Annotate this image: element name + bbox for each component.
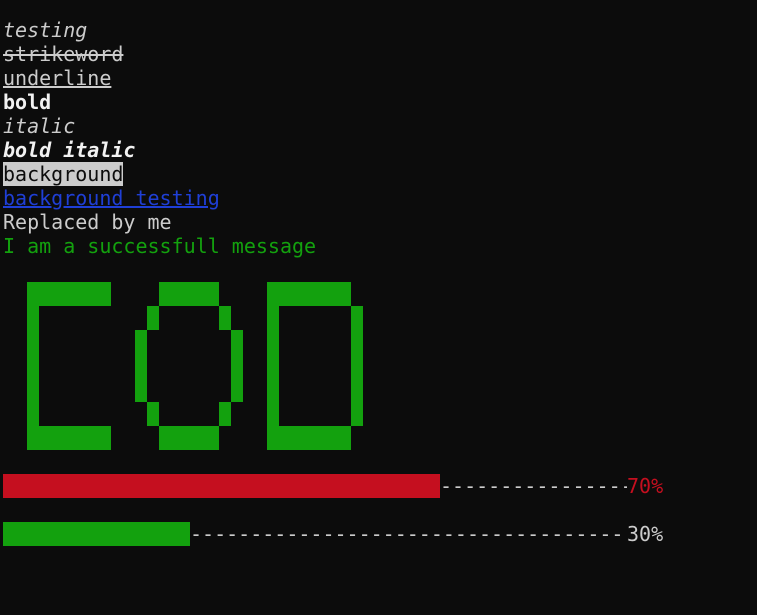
highlighted-text: background [3, 162, 124, 186]
banner-pixel-block [27, 282, 111, 306]
banner-pixel-block [27, 306, 39, 426]
italic-text-line: testing [3, 18, 88, 42]
banner-pixel-block [219, 306, 231, 330]
underline-text-line: underline [3, 66, 112, 90]
banner-pixel-block [27, 426, 111, 450]
banner-pixel-block [147, 402, 159, 426]
banner-pixel-block [219, 402, 231, 426]
banner-pixel-block [267, 426, 351, 450]
success-message: I am a successfull message [3, 234, 317, 258]
progress-bar-fill [3, 522, 190, 546]
banner-pixel-block [231, 330, 243, 402]
banner-pixel-block [267, 306, 279, 426]
italic-word-line: italic [3, 114, 76, 138]
banner-pixel-block [159, 426, 219, 450]
progress-percent-label: 30% [627, 522, 664, 546]
bold-italic-text-line: bold italic [3, 138, 136, 162]
banner-pixel-block [135, 330, 147, 402]
progress-bar-remaining: ---------------- [440, 474, 627, 498]
banner-pixel-block [147, 306, 159, 330]
replaced-text-line: Replaced by me [3, 210, 172, 234]
background-text-line: background [3, 162, 124, 186]
strikethrough-text-line: strikeword [3, 42, 124, 66]
background-testing-link[interactable]: background testing [3, 186, 220, 210]
progress-bar-remaining: ------------------------------------ [190, 522, 624, 546]
banner-pixel-block [159, 282, 219, 306]
progress-bar-fill [3, 474, 440, 498]
banner-pixel-block [351, 306, 363, 426]
bold-text-line: bold [3, 90, 52, 114]
progress-percent-label: 70% [627, 474, 664, 498]
banner-pixel-block [267, 282, 351, 306]
